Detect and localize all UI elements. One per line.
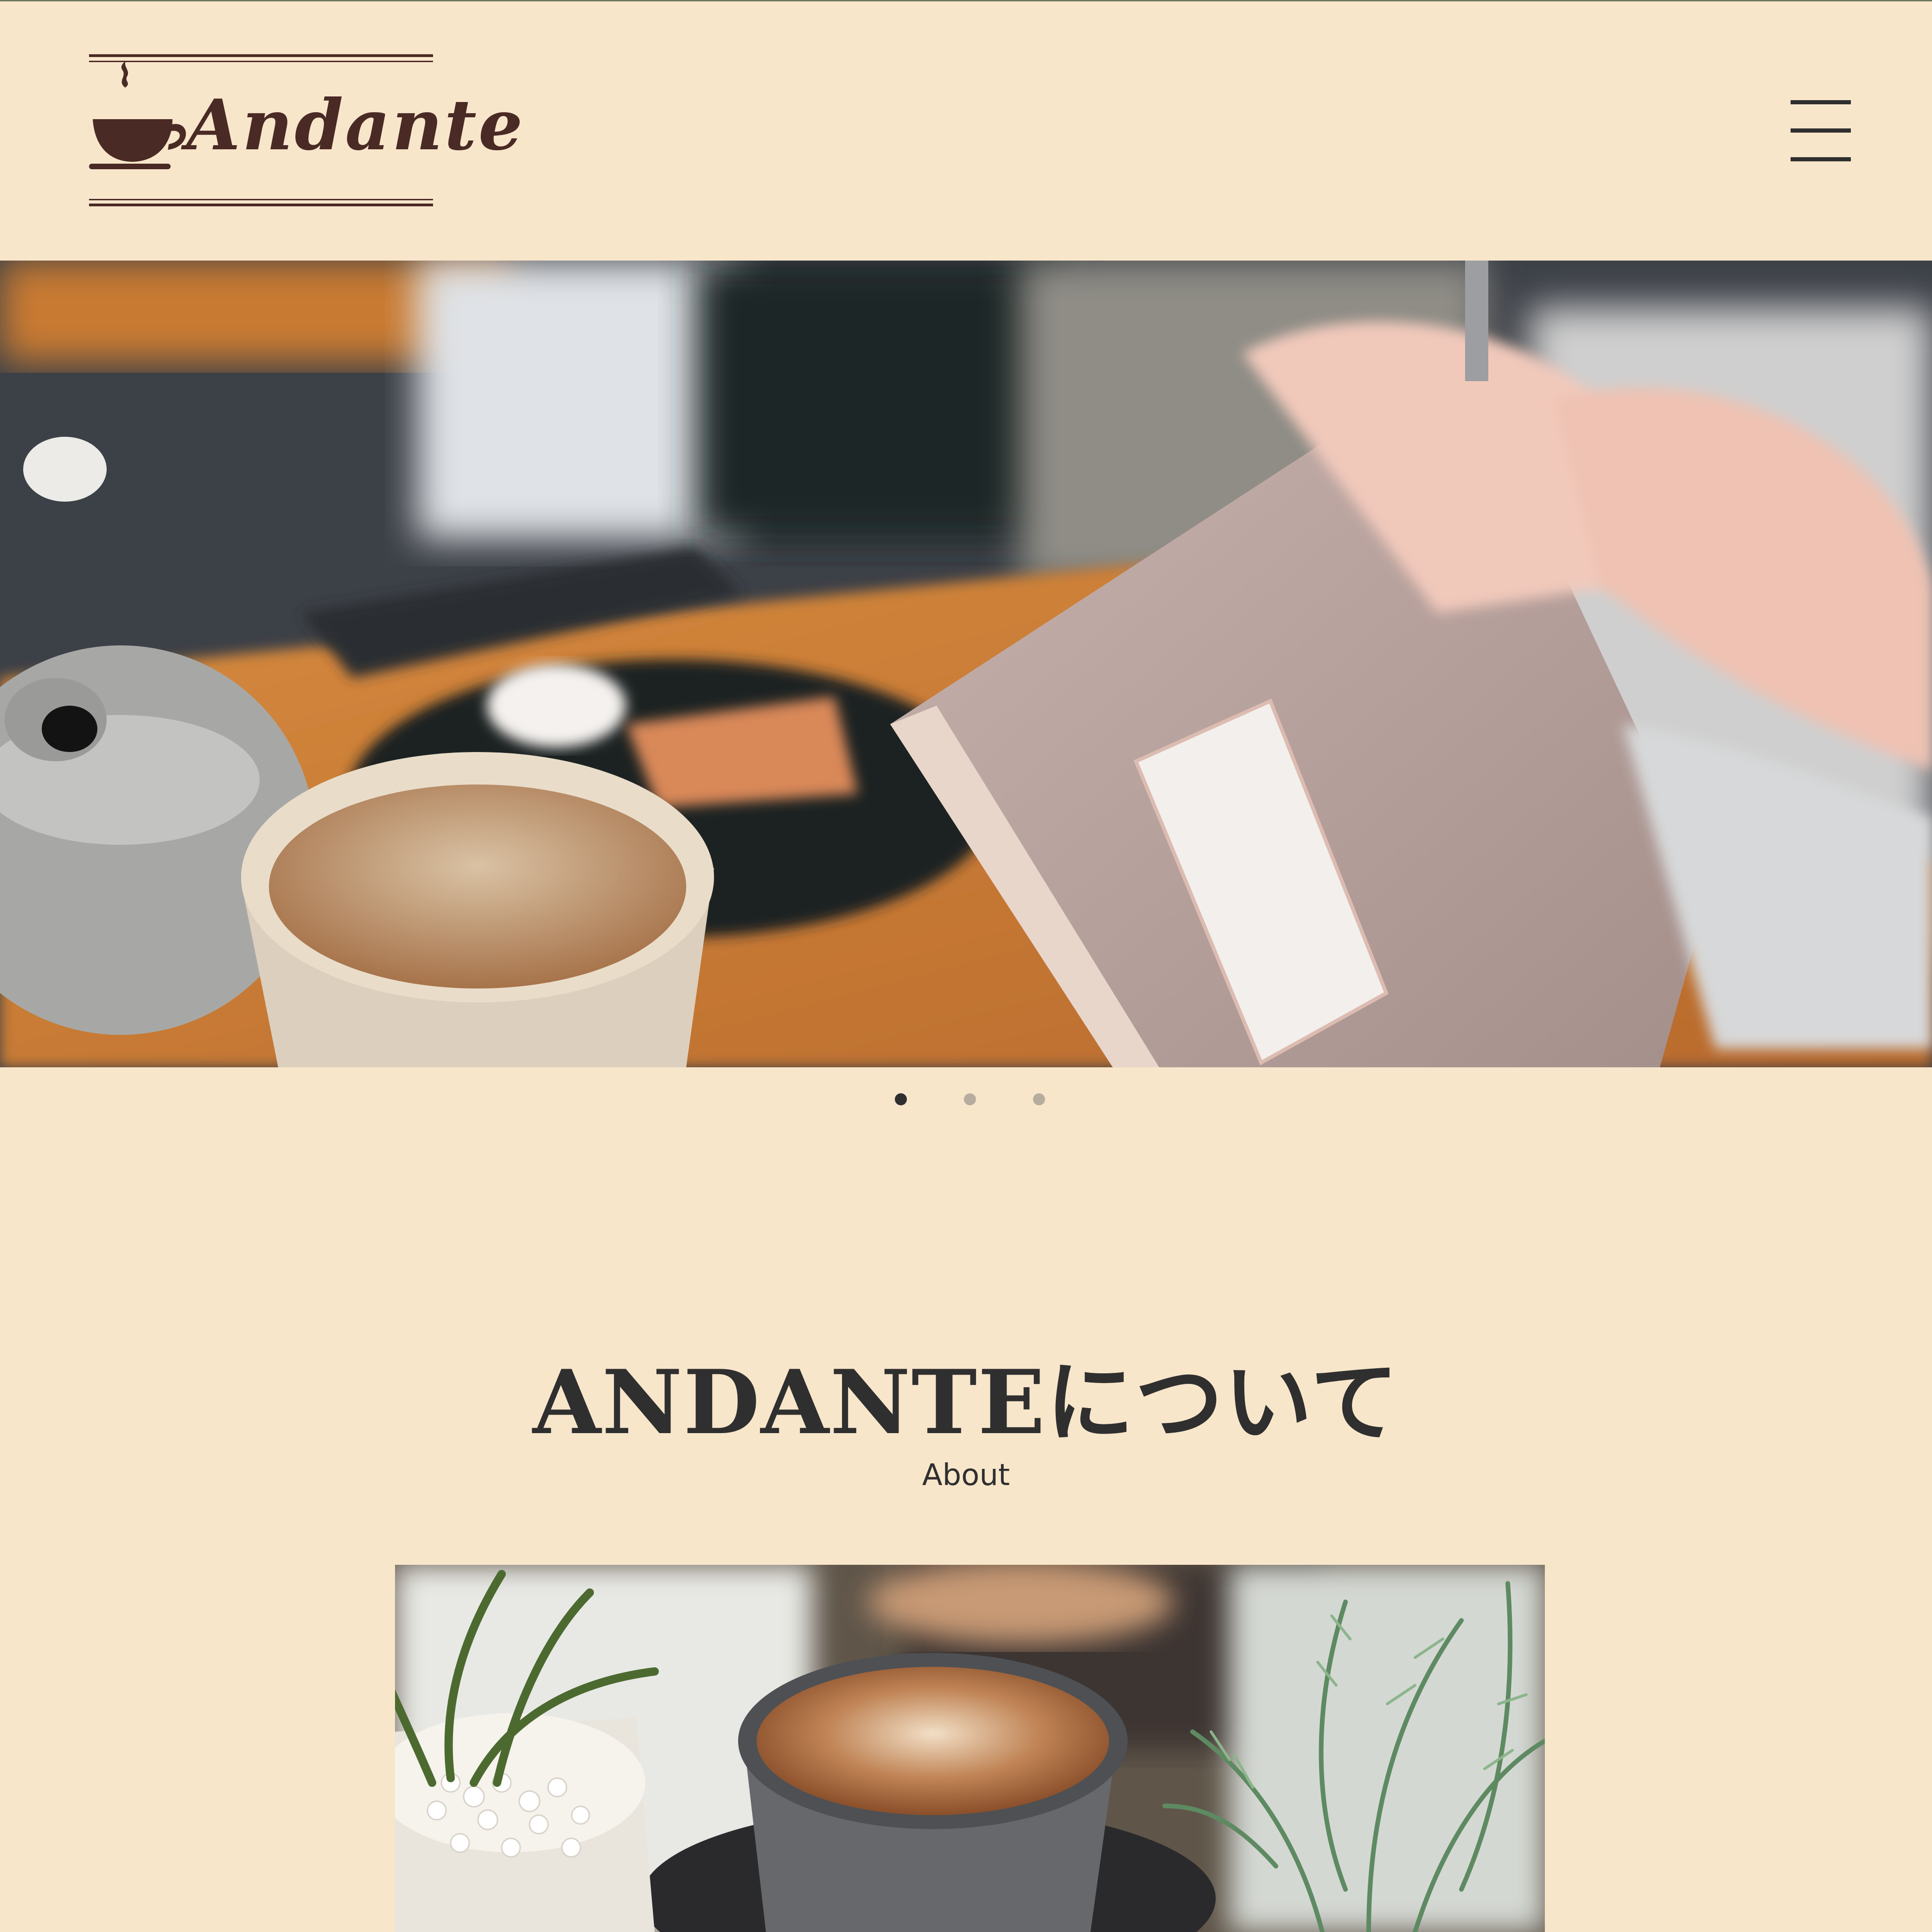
about-subtitle: About [922,1458,1010,1492]
hero-image [0,261,1932,1067]
slider-dot-2[interactable] [964,1093,976,1105]
logo-wordmark: Andante [186,84,525,166]
hamburger-icon-line [1791,128,1851,133]
latte-photo [395,1565,1545,1932]
hamburger-menu-button[interactable] [1791,100,1851,161]
slider-pagination [0,1090,1932,1109]
hamburger-icon-line [1791,157,1851,161]
hero-slider [0,261,1932,1067]
hamburger-icon-line [1791,100,1851,104]
slider-dot-1[interactable] [895,1093,907,1105]
about-title: ANDANTEについて [532,1351,1400,1454]
site-logo[interactable]: Andante [89,54,523,207]
site-header: Andante [0,0,1932,261]
slider-dot-3[interactable] [1033,1093,1045,1105]
about-image [395,1565,1545,1932]
